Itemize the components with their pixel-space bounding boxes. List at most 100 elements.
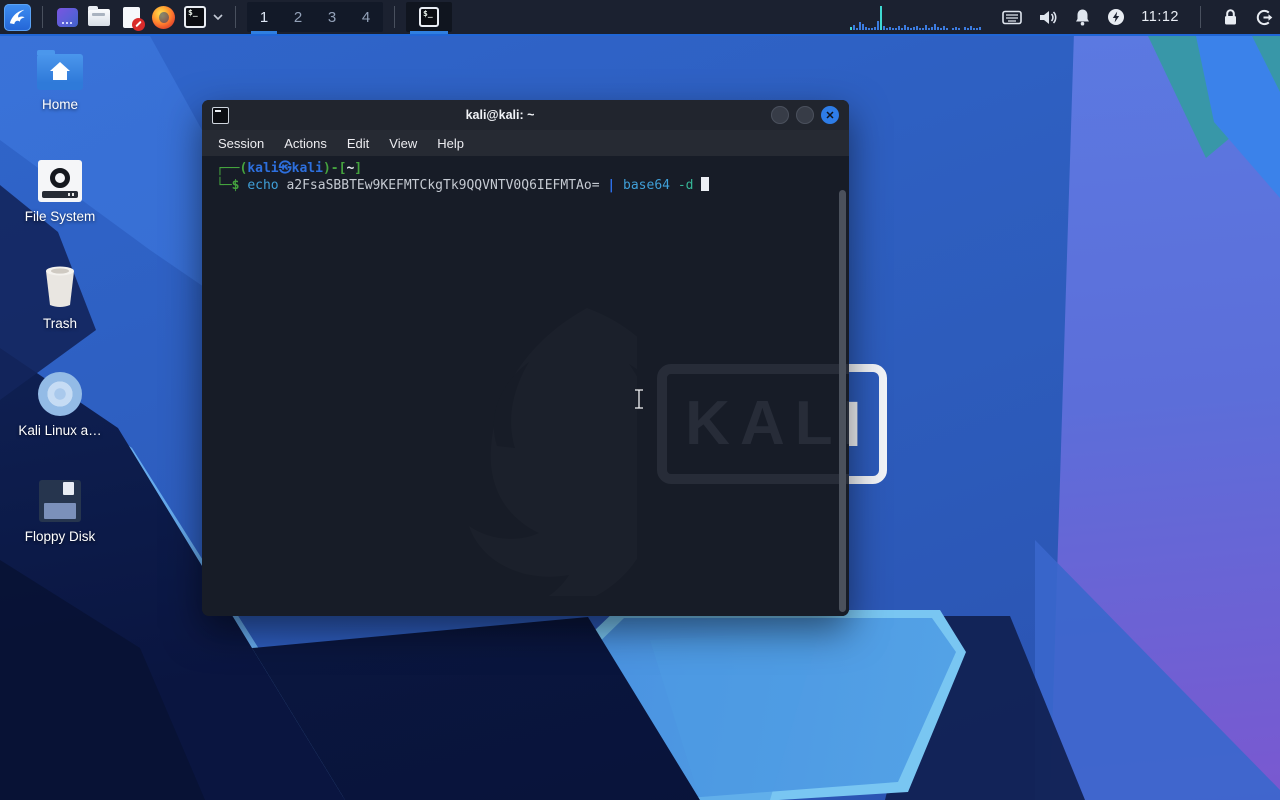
menu-help[interactable]: Help [427, 136, 474, 151]
desktop-icon-label: Home [41, 97, 78, 112]
graph-bar [952, 28, 955, 30]
edit-badge-icon [131, 17, 145, 31]
command-flag-d: -d [677, 178, 694, 193]
menu-edit[interactable]: Edit [337, 136, 379, 151]
command-base64: base64 [623, 178, 670, 193]
terminal-window: kali@kali: ~ ✕ Session Actions Edit View… [202, 100, 849, 616]
graph-bar [976, 28, 979, 30]
terminal-window-icon [212, 106, 229, 124]
graph-bar [970, 26, 973, 30]
graph-bar [856, 28, 859, 30]
maximize-button[interactable] [796, 106, 814, 124]
graph-bar [853, 25, 856, 30]
panel-separator [235, 6, 236, 28]
graph-bar [931, 27, 934, 30]
network-graph[interactable] [850, 4, 986, 30]
panel-separator [394, 6, 395, 28]
prompt-user: kali [247, 161, 279, 176]
desktop-icon-trash[interactable]: Trash [12, 265, 108, 331]
graph-bar [904, 25, 907, 30]
launcher-text-editor[interactable] [118, 4, 145, 31]
chevron-down-icon[interactable] [212, 13, 224, 21]
prompt-frame: ┌──( [216, 161, 248, 176]
prompt-host: kali [291, 161, 323, 176]
graph-bar [913, 27, 916, 30]
taskbar-terminal-window-button[interactable] [406, 2, 452, 34]
graph-bar [934, 24, 937, 30]
app-window-icon [56, 7, 78, 27]
launcher-file-manager[interactable] [86, 4, 112, 30]
minimize-button[interactable] [771, 106, 789, 124]
graph-bar [979, 27, 982, 30]
graph-bar [862, 24, 865, 30]
workspace-4[interactable]: 4 [349, 2, 383, 32]
workspace-3[interactable]: 3 [315, 2, 349, 32]
terminal-titlebar[interactable]: kali@kali: ~ ✕ [202, 100, 849, 130]
desktop-icon-floppy-disk[interactable]: Floppy Disk [12, 480, 108, 544]
terminal-scrollbar[interactable] [839, 190, 846, 612]
launcher-terminal[interactable] [182, 4, 208, 30]
panel-clock[interactable]: 11:12 [1141, 9, 1179, 25]
terminal-content[interactable]: KALI ┌──(kali㉿kali)-[~] └─$ echo a2FsaSB… [202, 156, 849, 616]
graph-bar [859, 22, 862, 30]
logout-icon[interactable] [1255, 8, 1274, 27]
graph-bar [973, 28, 976, 30]
graph-bar [967, 28, 970, 30]
mouse-cursor-ibeam [635, 388, 643, 410]
workspace-switcher: 1 2 3 4 [247, 2, 383, 34]
desktop-icon-file-system[interactable]: File System [12, 160, 108, 224]
desktop-icon-kali-linux[interactable]: Kali Linux a… [12, 372, 108, 438]
top-panel: 1 2 3 4 [0, 0, 1280, 36]
close-button[interactable]: ✕ [821, 106, 839, 124]
scrollbar-thumb[interactable] [839, 190, 846, 612]
kali-watermark-frame: KALI [657, 364, 849, 484]
desktop-icon-label: Trash [42, 316, 77, 331]
desktop-icon-home[interactable]: Home [12, 50, 108, 112]
desktop-background[interactable]: KALI Home File System Trash Kali Linux a… [0, 0, 1280, 800]
floppy-disk-icon [39, 480, 81, 522]
prompt-frame: ] [354, 161, 363, 176]
volume-icon[interactable] [1038, 9, 1058, 26]
graph-bar [940, 28, 943, 30]
graph-bar [922, 28, 925, 30]
lock-icon[interactable] [1222, 8, 1239, 26]
menu-actions[interactable]: Actions [274, 136, 337, 151]
graph-bar [850, 27, 853, 30]
keyboard-icon[interactable] [1002, 10, 1023, 25]
graph-bar [907, 27, 910, 30]
kali-dragon-watermark [469, 308, 637, 596]
menu-view[interactable]: View [379, 136, 427, 151]
graph-bar [868, 28, 871, 30]
graph-bar [886, 28, 889, 30]
graph-bar [892, 28, 895, 30]
graph-bar [895, 28, 898, 30]
panel-separator [42, 6, 43, 28]
workspace-1[interactable]: 1 [247, 2, 281, 34]
applications-menu-button[interactable] [4, 3, 31, 31]
graph-bar [880, 6, 883, 30]
graph-bar [889, 27, 892, 30]
launcher-firefox[interactable] [150, 4, 176, 30]
graph-bar [937, 27, 940, 30]
command-echo: echo [247, 178, 279, 193]
graph-bar [958, 28, 961, 30]
power-manager-icon[interactable] [1107, 8, 1125, 26]
graph-bar [871, 28, 874, 30]
workspace-2[interactable]: 2 [281, 2, 315, 32]
graph-bar [865, 27, 868, 30]
notifications-bell-icon[interactable] [1074, 8, 1091, 26]
prompt-frame: )-[ [322, 161, 347, 176]
command-pipe: | [607, 178, 616, 193]
trash-can-icon [46, 266, 74, 307]
firefox-icon [151, 5, 175, 29]
launcher-app-window[interactable] [54, 4, 80, 30]
graph-bar [946, 28, 949, 30]
graph-bar [925, 25, 928, 30]
hard-drive-icon [38, 160, 82, 202]
menu-session[interactable]: Session [208, 136, 274, 151]
desktop-icon-label: Floppy Disk [24, 529, 96, 544]
kali-menu-icon [9, 9, 25, 24]
terminal-launcher-icon [184, 6, 206, 28]
graph-bar [919, 28, 922, 30]
prompt-line-2: └─$ echo a2FsaSBBTEw9KEFMTCkgTk9QQVNTV0Q… [216, 177, 849, 194]
